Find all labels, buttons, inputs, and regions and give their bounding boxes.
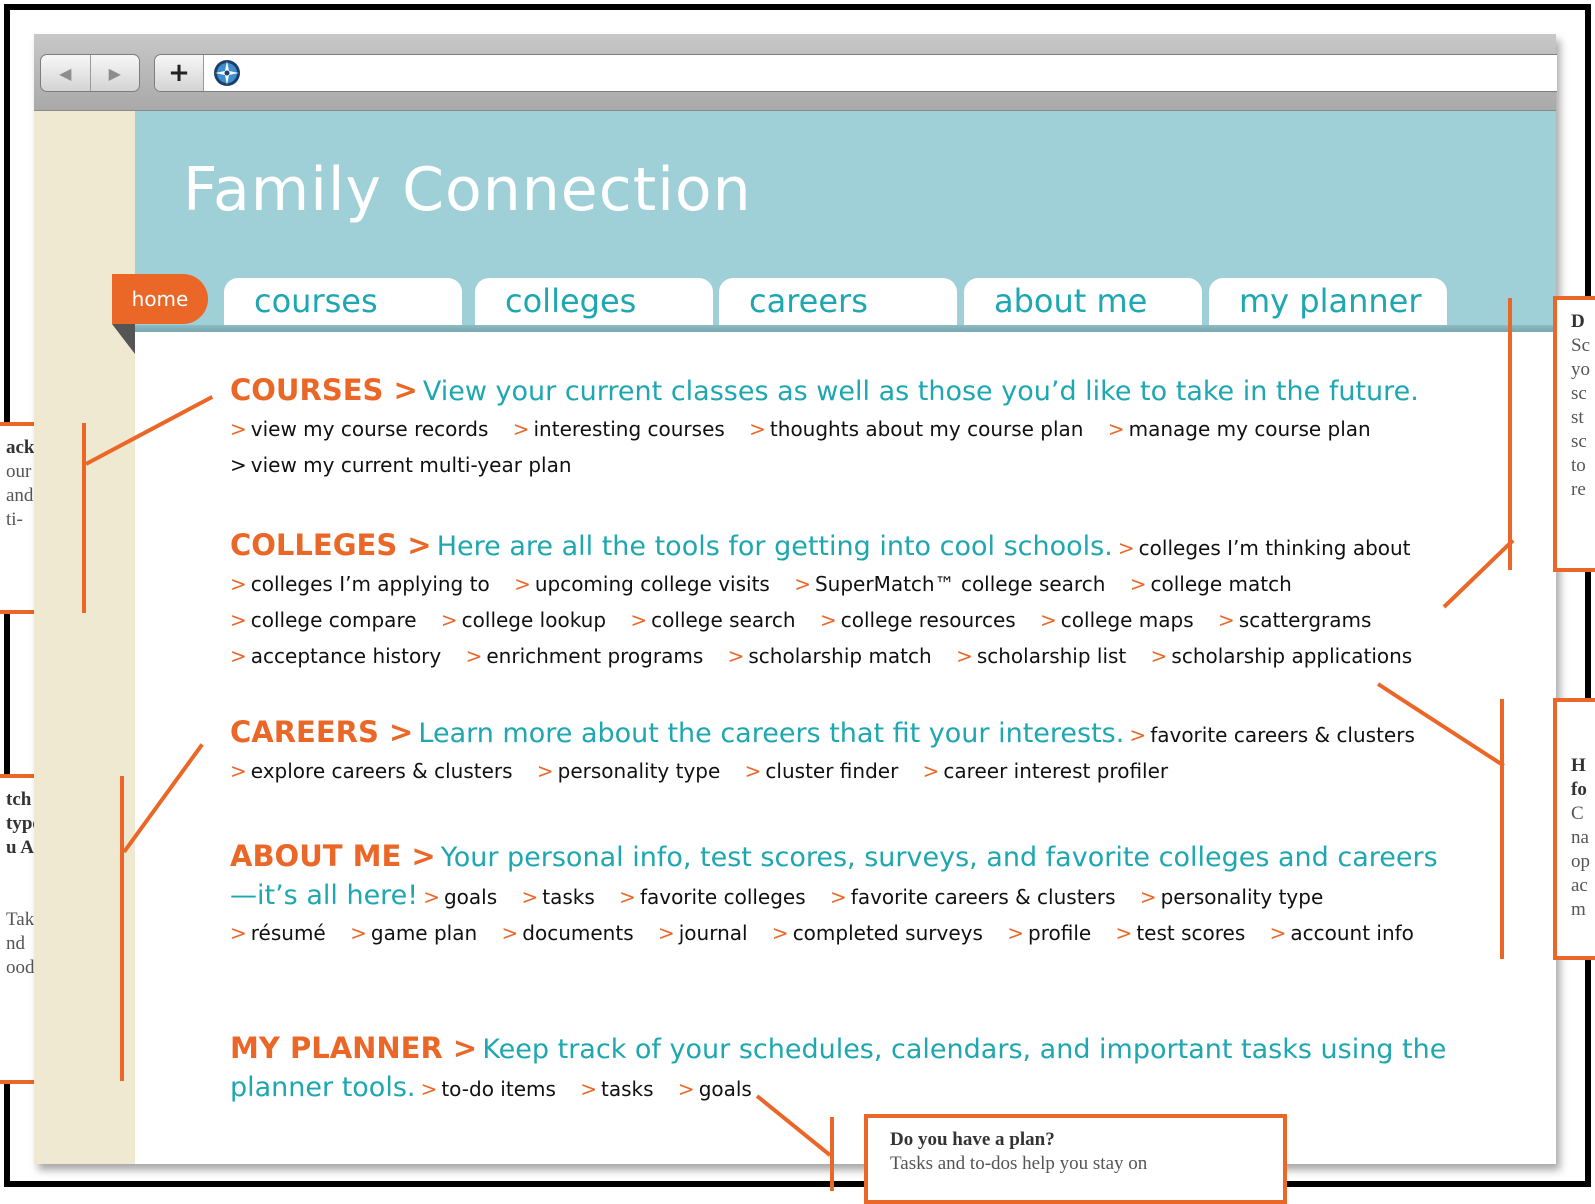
link-documents[interactable]: > documents	[502, 921, 634, 945]
link-test-scores[interactable]: > test scores	[1116, 921, 1246, 945]
colleges-section: COLLEGES > Here are all the tools for ge…	[230, 528, 1460, 675]
link-favorite-colleges[interactable]: > favorite colleges	[619, 885, 806, 909]
link-view-my-current-multi-year-plan[interactable]: > view my current multi-year plan	[230, 453, 572, 477]
link-profile[interactable]: > profile	[1007, 921, 1091, 945]
back-arrow-icon: ◀	[59, 63, 72, 83]
link-scholarship-applications[interactable]: > scholarship applications	[1151, 644, 1413, 668]
link-upcoming-college-visits[interactable]: > upcoming college visits	[514, 572, 770, 596]
link-completed-surveys[interactable]: > completed surveys	[772, 921, 983, 945]
section-tagline: Learn more about the careers that fit yo…	[418, 718, 1125, 749]
link-to-do-items[interactable]: > to-do items	[421, 1077, 556, 1101]
link-game-plan[interactable]: > game plan	[350, 921, 477, 945]
section-title[interactable]: COLLEGES >	[230, 528, 432, 562]
link-view-my-course-records[interactable]: > view my course records	[230, 417, 488, 441]
address-bar[interactable]: +	[154, 54, 1557, 92]
section-title[interactable]: COURSES >	[230, 373, 418, 407]
tab-careers[interactable]: careers	[719, 278, 957, 332]
nav-button-group: ◀ ▶	[40, 54, 140, 92]
link-personality-type[interactable]: > personality type	[1140, 885, 1323, 909]
section-tagline: View your current classes as well as tho…	[422, 376, 1419, 407]
browser-window: ◀ ▶ + Family Connection home courses col…	[34, 34, 1557, 1164]
link-resume[interactable]: > résumé	[230, 921, 326, 945]
site-compass-icon	[214, 60, 240, 86]
callout-right-mid: H fo C na op ac m	[1553, 698, 1595, 960]
tab-my-planner[interactable]: my planner	[1209, 278, 1447, 332]
link-interesting-courses[interactable]: > interesting courses	[513, 417, 725, 441]
link-list: > to-do items > tasks > goals	[421, 1077, 770, 1101]
link-favorite-careers-clusters[interactable]: > favorite careers & clusters	[830, 885, 1115, 909]
link-supermatch-college-search[interactable]: > SuperMatch™ college search	[794, 572, 1105, 596]
tab-colleges[interactable]: colleges	[475, 278, 713, 332]
tab-underline	[135, 325, 1556, 332]
callout-bracket	[1500, 699, 1504, 959]
new-tab-button[interactable]: +	[155, 55, 204, 91]
link-college-resources[interactable]: > college resources	[820, 608, 1016, 632]
plus-icon: +	[168, 58, 190, 88]
tab-about-me[interactable]: about me	[964, 278, 1202, 332]
forward-arrow-icon: ▶	[108, 63, 121, 83]
section-title[interactable]: MY PLANNER >	[230, 1031, 477, 1065]
site-header: Family Connection home courses colleges …	[112, 111, 1556, 354]
callout-bracket	[82, 423, 86, 613]
link-goals[interactable]: > goals	[423, 885, 497, 909]
link-journal[interactable]: > journal	[658, 921, 748, 945]
section-title[interactable]: CAREERS >	[230, 715, 413, 749]
home-tab-fold	[112, 324, 135, 354]
back-button[interactable]: ◀	[41, 55, 90, 91]
page-content: Family Connection home courses colleges …	[112, 111, 1556, 1164]
link-colleges-thinking-about[interactable]: > colleges I’m thinking about	[1118, 536, 1411, 560]
tab-courses[interactable]: courses	[224, 278, 462, 332]
forward-button[interactable]: ▶	[89, 55, 140, 91]
link-college-lookup[interactable]: > college lookup	[441, 608, 606, 632]
link-personality-type[interactable]: > personality type	[537, 759, 720, 783]
link-explore-careers-clusters[interactable]: > explore careers & clusters	[230, 759, 513, 783]
tab-home[interactable]: home	[112, 274, 208, 324]
link-scholarship-match[interactable]: > scholarship match	[728, 644, 932, 668]
browser-toolbar: ◀ ▶ +	[34, 34, 1557, 111]
link-acceptance-history[interactable]: > acceptance history	[230, 644, 441, 668]
link-manage-my-course-plan[interactable]: > manage my course plan	[1108, 417, 1371, 441]
planner-section: MY PLANNER > Keep track of your schedule…	[230, 1031, 1460, 1108]
link-tasks[interactable]: > tasks	[580, 1077, 653, 1101]
callout-bracket	[1508, 298, 1512, 570]
link-scholarship-list[interactable]: > scholarship list	[956, 644, 1126, 668]
site-title: Family Connection	[183, 155, 752, 225]
link-colleges-applying-to[interactable]: > colleges I’m applying to	[230, 572, 490, 596]
careers-section: CAREERS > Learn more about the careers t…	[230, 715, 1460, 790]
section-tagline: Here are all the tools for getting into …	[436, 531, 1113, 562]
link-tasks[interactable]: > tasks	[522, 885, 595, 909]
link-college-compare[interactable]: > college compare	[230, 608, 417, 632]
link-scattergrams[interactable]: > scattergrams	[1218, 608, 1371, 632]
link-cluster-finder[interactable]: > cluster finder	[745, 759, 899, 783]
about-me-section: ABOUT ME > Your personal info, test scor…	[230, 839, 1460, 952]
courses-section: COURSES > View your current classes as w…	[230, 373, 1460, 484]
section-title[interactable]: ABOUT ME >	[230, 839, 436, 873]
link-account-info[interactable]: > account info	[1270, 921, 1414, 945]
link-career-interest-profiler[interactable]: > career interest profiler	[923, 759, 1168, 783]
link-thoughts-about-my-course-plan[interactable]: > thoughts about my course plan	[749, 417, 1083, 441]
link-enrichment-programs[interactable]: > enrichment programs	[466, 644, 704, 668]
link-college-match[interactable]: > college match	[1130, 572, 1292, 596]
callout-bracket	[120, 776, 124, 1081]
link-list: > view my course records > interesting cou…	[230, 417, 1389, 477]
callout-right-top: D Sc yo sc st sc to re	[1553, 296, 1595, 572]
link-college-search[interactable]: > college search	[630, 608, 795, 632]
link-goals[interactable]: > goals	[678, 1077, 752, 1101]
link-favorite-careers-clusters[interactable]: > favorite careers & clusters	[1129, 723, 1414, 747]
link-college-maps[interactable]: > college maps	[1040, 608, 1194, 632]
